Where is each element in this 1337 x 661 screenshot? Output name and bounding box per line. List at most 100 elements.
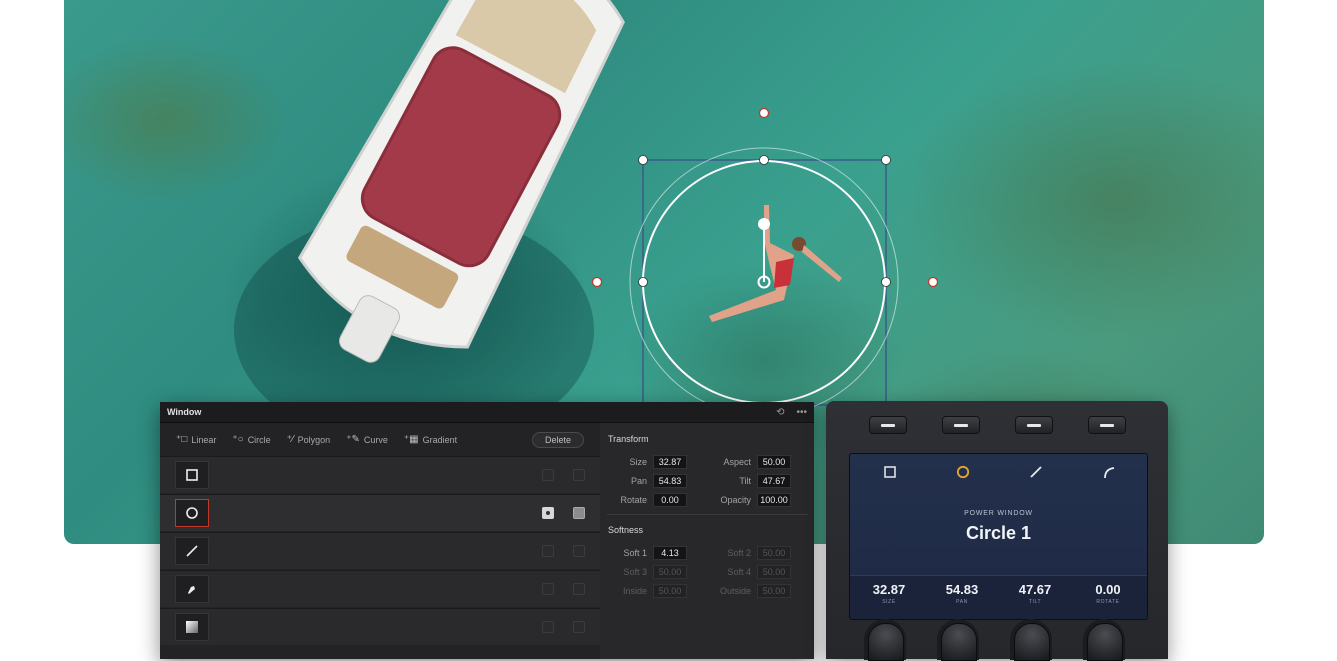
window-properties: Transform Size 32.87 Aspect 50.00 Pan 54.83…	[601, 423, 814, 659]
opacity-label: Opacity	[720, 495, 751, 505]
rotate-knob[interactable]	[1087, 623, 1123, 661]
linear-label: Linear	[191, 434, 217, 445]
soft1-label: Soft 1	[623, 548, 647, 558]
curve-icon	[1101, 464, 1117, 480]
pan-input[interactable]: 54.83	[653, 474, 687, 488]
enable-checkbox[interactable]	[542, 469, 554, 481]
soft-key-3[interactable]	[1015, 416, 1053, 434]
square-icon	[882, 464, 898, 480]
opacity-field[interactable]: Opacity 100.00	[705, 493, 791, 507]
soft2-label: Soft 2	[727, 548, 751, 558]
tilt-metric-label: TILT	[1028, 599, 1042, 605]
soft3-input[interactable]: 50.00	[653, 565, 687, 579]
tilt-knob[interactable]	[1014, 623, 1050, 661]
outside-field[interactable]: Outside 50.00	[705, 584, 791, 598]
delete-button[interactable]: Delete	[531, 431, 584, 448]
square-icon	[186, 469, 198, 481]
invert-checkbox[interactable]	[573, 621, 585, 633]
gradient-button[interactable]: ⁺▦ Gradient	[404, 434, 457, 445]
device-screen: POWER WINDOW Circle 1 32.87 SIZE 54.83 PAN…	[849, 453, 1148, 620]
window-name: Circle 1	[965, 523, 1032, 543]
soft-key-4[interactable]	[1088, 416, 1126, 434]
tilt-field[interactable]: Tilt 47.67	[705, 474, 791, 488]
line-window-button[interactable]	[175, 537, 209, 565]
polygon-label: Polygon	[297, 434, 331, 445]
soft1-input[interactable]: 4.13	[653, 546, 687, 560]
power-window-overlay[interactable]	[629, 147, 899, 417]
soft4-input[interactable]: 50.00	[757, 565, 791, 579]
invert-checkbox[interactable]	[573, 469, 585, 481]
section-divider	[607, 514, 808, 515]
pan-metric-label: PAN	[956, 599, 968, 605]
outside-label: Outside	[719, 586, 751, 596]
swimmer	[709, 205, 842, 322]
size-field[interactable]: Size 32.87	[601, 455, 687, 469]
enable-checkbox[interactable]	[542, 621, 554, 633]
more-options-icon[interactable]: •••	[796, 407, 807, 418]
window-panel-header: Window ⟲ •••	[160, 402, 814, 423]
window-toolbar: ⁺□ Linear ⁺○ Circle ⁺∕ Polygon ⁺✎ Curve ⁺▦ Gr…	[160, 423, 600, 456]
size-input[interactable]: 32.87	[653, 455, 687, 469]
transform-title: Transform	[608, 434, 649, 444]
rotate-label: Rotate	[620, 495, 647, 505]
size-value: 32.87	[872, 582, 906, 597]
linear-button[interactable]: ⁺□ Linear	[176, 434, 216, 445]
inside-label: Inside	[622, 586, 647, 596]
aspect-input[interactable]: 50.00	[757, 455, 791, 469]
enable-checkbox[interactable]	[542, 545, 554, 557]
rotate-value: 0.00	[1095, 582, 1121, 597]
rotate-field[interactable]: Rotate 0.00	[601, 493, 687, 507]
pan-field[interactable]: Pan 54.83	[601, 474, 687, 488]
circle-label: Circle	[247, 434, 271, 445]
pen-window-button[interactable]	[175, 575, 209, 603]
enable-checkbox[interactable]	[542, 507, 554, 519]
line-icon	[186, 545, 198, 557]
gradient-window-button[interactable]	[175, 613, 209, 641]
inside-input[interactable]: 50.00	[653, 584, 687, 598]
aspect-field[interactable]: Aspect 50.00	[705, 455, 791, 469]
size-label: Size	[629, 457, 647, 467]
pen-icon	[188, 586, 195, 594]
soft3-field[interactable]: Soft 3 50.00	[601, 565, 687, 579]
line-icon	[1028, 464, 1044, 480]
window-row-gradient[interactable]	[160, 608, 600, 645]
invert-checkbox[interactable]	[573, 583, 585, 595]
soft2-input[interactable]: 50.00	[757, 546, 791, 560]
tilt-input[interactable]: 47.67	[757, 474, 791, 488]
circle-button[interactable]: ⁺○ Circle	[232, 434, 270, 445]
tilt-label: Tilt	[739, 476, 751, 486]
invert-checkbox[interactable]	[573, 507, 585, 519]
circle-icon	[955, 464, 971, 480]
soft4-field[interactable]: Soft 4 50.00	[705, 565, 791, 579]
softness-title: Softness	[608, 525, 644, 535]
curve-button[interactable]: ⁺✎ Curve	[346, 434, 388, 445]
soft2-field[interactable]: Soft 2 50.00	[705, 546, 791, 560]
window-row-curve[interactable]	[160, 570, 600, 607]
soft1-field[interactable]: Soft 1 4.13	[601, 546, 687, 560]
control-panel-device: POWER WINDOW Circle 1 32.87 SIZE 54.83 PAN…	[826, 401, 1168, 661]
size-knob[interactable]	[868, 623, 904, 661]
pan-metric: 54.83 PAN	[925, 582, 999, 605]
linear-icon: ⁺□	[176, 434, 188, 445]
gradient-icon	[186, 621, 198, 633]
reset-icon[interactable]: ⟲	[776, 407, 784, 418]
window-row-square[interactable]	[160, 456, 600, 493]
window-row-circle[interactable]	[160, 494, 600, 531]
pan-label: Pan	[630, 476, 647, 486]
outside-input[interactable]: 50.00	[757, 584, 791, 598]
enable-checkbox[interactable]	[542, 583, 554, 595]
soft-key-2[interactable]	[942, 416, 980, 434]
pan-knob[interactable]	[941, 623, 977, 661]
window-row-linear[interactable]	[160, 532, 600, 569]
soft3-label: Soft 3	[623, 567, 647, 577]
rotate-input[interactable]: 0.00	[653, 493, 687, 507]
inside-field[interactable]: Inside 50.00	[601, 584, 687, 598]
polygon-button[interactable]: ⁺∕ Polygon	[287, 434, 330, 445]
circle-window-button[interactable]	[175, 499, 209, 527]
invert-checkbox[interactable]	[573, 545, 585, 557]
tilt-value: 47.67	[1018, 582, 1052, 597]
opacity-input[interactable]: 100.00	[757, 493, 791, 507]
screen-metrics: 32.87 SIZE 54.83 PAN 47.67 TILT 0.00 ROTATE	[850, 575, 1147, 619]
square-window-button[interactable]	[175, 461, 209, 489]
soft-key-1[interactable]	[869, 416, 907, 434]
